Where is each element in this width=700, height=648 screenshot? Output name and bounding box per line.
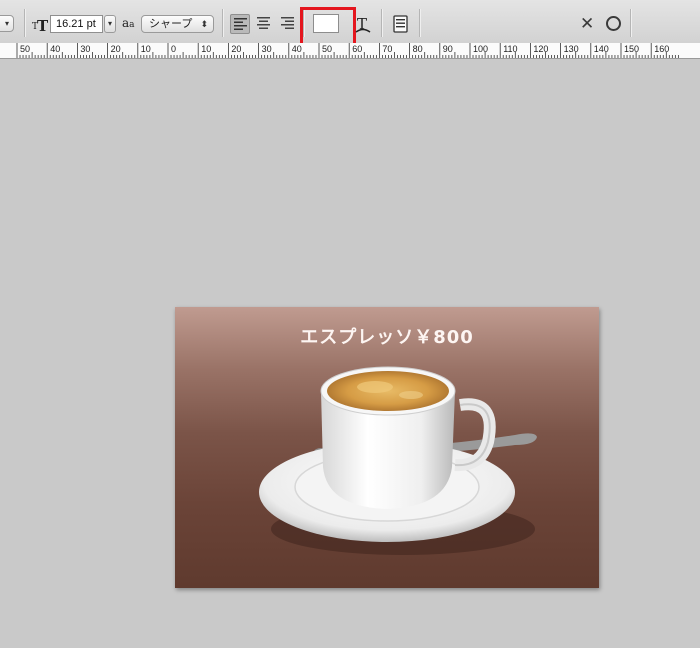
antialias-select[interactable]: シャープ ⬍ <box>141 15 214 33</box>
chevron-down-icon: ▾ <box>107 19 112 28</box>
ruler-label: 130 <box>564 44 579 54</box>
ruler-label: 40 <box>50 44 60 54</box>
ruler-label: 40 <box>292 44 302 54</box>
antialias-icon: aa <box>122 16 135 30</box>
ruler-label: 160 <box>654 44 669 54</box>
divider <box>222 9 224 37</box>
antialias-sub: a <box>129 20 135 30</box>
ruler-label: 30 <box>80 44 90 54</box>
align-center-icon <box>257 17 270 29</box>
ruler-label: 20 <box>111 44 121 54</box>
ruler-label: 30 <box>262 44 272 54</box>
document-image[interactable]: エスプレッソ￥800 <box>175 307 599 588</box>
divider <box>381 9 383 37</box>
divider <box>24 9 26 37</box>
ruler-label: 50 <box>20 44 30 54</box>
character-panel-icon[interactable] <box>393 15 409 33</box>
ruler-label: 70 <box>382 44 392 54</box>
align-center-button[interactable] <box>254 14 274 34</box>
ruler-label: 100 <box>473 44 488 54</box>
ruler-label: 150 <box>624 44 639 54</box>
canvas-area: エスプレッソ￥800 <box>0 59 700 648</box>
tool-preset-dropdown[interactable]: ▾ <box>0 15 14 32</box>
chevron-down-icon: ▾ <box>4 19 9 28</box>
font-size-input[interactable]: 16.21 pt <box>50 15 103 33</box>
align-left-button[interactable] <box>230 14 250 34</box>
ruler-label: 10 <box>141 44 151 54</box>
ruler-label: 0 <box>171 44 176 54</box>
ruler-label: 140 <box>594 44 609 54</box>
options-bar: ▾ T T 16.21 pt ▾ aa シャープ ⬍ T ✕ <box>0 0 700 49</box>
ruler-label: 50 <box>322 44 332 54</box>
text-size-icon: T T <box>32 17 49 34</box>
updown-arrow-icon: ⬍ <box>200 19 208 29</box>
commit-icon[interactable] <box>606 16 621 31</box>
divider <box>630 9 632 37</box>
ruler-label: 10 <box>201 44 211 54</box>
font-size-dropdown[interactable]: ▾ <box>104 15 116 33</box>
text-layer[interactable]: エスプレッソ￥800 <box>175 323 599 349</box>
ruler-label: 20 <box>231 44 241 54</box>
ruler-label: 80 <box>413 44 423 54</box>
divider <box>419 9 421 37</box>
ruler-label: 110 <box>503 44 517 54</box>
warp-text-icon[interactable]: T <box>355 13 371 35</box>
ruler-ticks: 50 40 30 20 10 0 10 20 30 40 50 60 70 80 90 100 110 120 13… <box>16 43 679 58</box>
align-left-icon <box>234 18 247 30</box>
antialias-value: シャープ <box>149 18 193 30</box>
cancel-icon[interactable]: ✕ <box>580 15 594 33</box>
horizontal-ruler: 50 40 30 20 10 0 10 20 30 40 50 60 70 80 90 100 110 120 13… <box>0 43 700 59</box>
ruler-label: 120 <box>533 44 548 54</box>
svg-text:T: T <box>37 17 49 34</box>
align-right-button[interactable] <box>278 14 298 34</box>
espresso-cup-image <box>259 366 537 555</box>
ruler-label: 60 <box>352 44 362 54</box>
ruler-label: 90 <box>443 44 453 54</box>
align-right-icon <box>281 17 294 29</box>
